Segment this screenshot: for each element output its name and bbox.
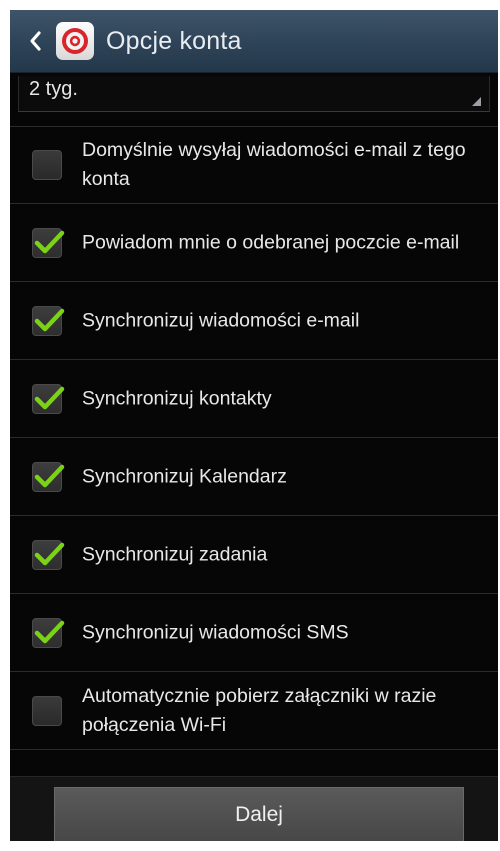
option-label: Domyślnie wysyłaj wiadomości e-mail z te…: [82, 139, 466, 190]
page-title: Opcje konta: [106, 26, 242, 55]
option-sync-email[interactable]: Synchronizuj wiadomości e-mail: [10, 282, 498, 360]
screen: Opcje konta 2 tyg. Domyślnie wysyłaj wia…: [10, 10, 498, 841]
sync-period-select[interactable]: 2 tyg.: [18, 76, 490, 112]
checkmark-icon: [34, 386, 65, 409]
checkmark-icon: [34, 542, 65, 565]
option-sync-sms[interactable]: Synchronizuj wiadomości SMS: [10, 594, 498, 672]
checkbox[interactable]: [32, 305, 65, 336]
option-sync-contacts[interactable]: Synchronizuj kontakty: [10, 360, 498, 438]
checkmark-icon: [34, 230, 65, 253]
option-label: Synchronizuj Kalendarz: [82, 465, 287, 487]
checkbox[interactable]: [32, 617, 65, 648]
option-label: Synchronizuj wiadomości e-mail: [82, 309, 360, 331]
checkbox[interactable]: [32, 461, 65, 492]
checkbox[interactable]: [32, 150, 62, 180]
options-list: Domyślnie wysyłaj wiadomości e-mail z te…: [10, 126, 498, 750]
sync-period-value: 2 tyg.: [29, 78, 78, 100]
next-button[interactable]: Dalej: [54, 787, 464, 841]
option-auto-download-attachments[interactable]: Automatycznie pobierz załączniki w razie…: [10, 672, 498, 750]
option-label: Automatycznie pobierz załączniki w razie…: [82, 684, 437, 736]
email-app-icon[interactable]: [56, 22, 94, 60]
option-label: Synchronizuj kontakty: [82, 387, 272, 409]
checkbox[interactable]: [32, 227, 65, 258]
checkmark-icon: [34, 308, 65, 331]
option-notify-mail[interactable]: Powiadom mnie o odebranej poczcie e-mail: [10, 204, 498, 282]
option-label: Synchronizuj zadania: [82, 543, 268, 565]
option-sync-calendar[interactable]: Synchronizuj Kalendarz: [10, 438, 498, 516]
option-default-account[interactable]: Domyślnie wysyłaj wiadomości e-mail z te…: [10, 126, 498, 204]
option-label: Synchronizuj wiadomości SMS: [82, 621, 349, 643]
action-bar: Opcje konta: [10, 10, 498, 73]
checkbox[interactable]: [32, 539, 65, 570]
option-sync-tasks[interactable]: Synchronizuj zadania: [10, 516, 498, 594]
option-label: Powiadom mnie o odebranej poczcie e-mail: [82, 231, 460, 253]
checkbox[interactable]: [32, 383, 65, 414]
dropdown-corner-icon: [472, 97, 481, 106]
chevron-left-icon[interactable]: [24, 26, 46, 56]
checkmark-icon: [34, 464, 65, 487]
bottom-bar: Dalej: [10, 776, 498, 841]
checkbox[interactable]: [32, 695, 62, 726]
checkmark-icon: [34, 620, 65, 643]
